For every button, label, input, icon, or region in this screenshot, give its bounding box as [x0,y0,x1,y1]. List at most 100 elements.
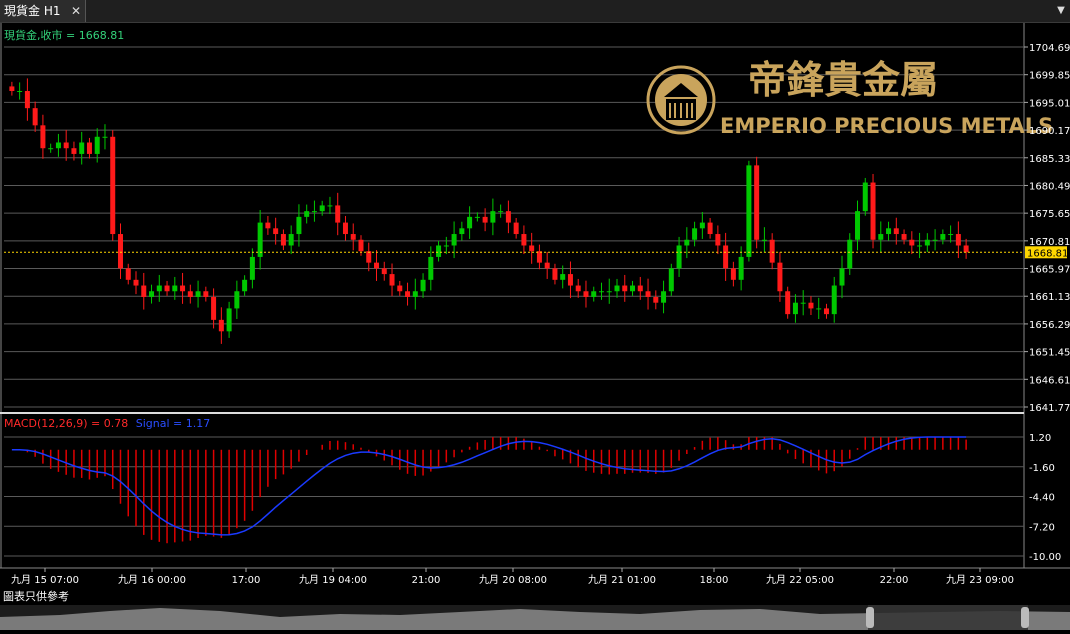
chart-area[interactable]: 帝鋒貴金屬 EMPERIO PRECIOUS METALS 1704.69 169… [0,23,1070,590]
macd-label: MACD(12,26,9) = 0.78 [4,417,128,430]
candle-body [257,222,263,257]
candle-body [715,234,721,246]
candle-body [513,222,519,235]
candle-body [428,256,434,280]
navigator-window[interactable] [868,605,1028,630]
chart-background [0,23,1070,590]
price-tick-label: 1680.49 [1029,181,1070,192]
candle-body [924,239,930,246]
candle-body [917,245,923,247]
candle-body [886,228,892,235]
candle-body [40,125,46,149]
candle-body [591,291,597,297]
macd-tick-label: -7.20 [1029,522,1055,533]
candle-body [389,274,395,286]
navigator-scrollbar[interactable] [0,605,1070,630]
time-tick-label: 九月 15 07:00 [11,574,79,586]
price-chart[interactable]: 帝鋒貴金屬 EMPERIO PRECIOUS METALS 1704.69 169… [0,23,1070,590]
candle-body [614,285,620,292]
time-tick-label: 22:00 [880,575,909,586]
time-tick-label: 九月 23 09:00 [946,574,1014,586]
macd-tick-label: 1.20 [1029,433,1051,444]
macd-tick-label: -10.00 [1029,552,1061,563]
candle-body [575,285,581,292]
candle-body [490,211,496,223]
candle-body [536,251,542,263]
candle-body [893,228,899,235]
candle-body [606,291,612,293]
time-tick-label: 17:00 [232,575,261,586]
candle-body [9,86,15,91]
time-tick-label: 九月 19 04:00 [299,574,367,586]
signal-label: Signal = 1.17 [136,417,211,430]
candle-body [730,268,736,280]
candle-body [280,234,286,246]
candle-body [420,279,426,292]
price-tick-label: 1661.13 [1029,292,1070,303]
candle-body [661,291,667,303]
candle-body [436,245,442,257]
candle-body [955,234,961,246]
navigator-left-handle[interactable] [866,607,874,628]
candle-body [311,211,317,213]
candle-body [467,216,473,229]
candle-body [723,245,729,269]
candle-body [226,308,232,332]
candle-body [940,234,946,240]
chevron-down-icon[interactable]: ▼ [1054,1,1068,21]
candle-body [785,291,791,315]
candle-body [909,239,915,246]
time-tick-label: 18:00 [700,575,729,586]
candle-body [839,268,845,286]
candle-body [86,142,92,154]
candle-body [855,211,861,240]
logo-english-text: EMPERIO PRECIOUS METALS [720,114,1053,138]
candle-body [878,234,884,240]
candle-body [451,234,457,246]
candle-body [156,285,162,292]
candle-body [645,291,651,297]
last-price-label: 1668.81 [1027,248,1068,259]
candle-body [505,211,511,223]
candle-body [397,285,403,292]
candle-body [24,90,30,109]
candle-body [598,291,604,293]
candle-body [560,274,566,280]
candle-body [133,279,139,286]
candle-body [366,251,372,263]
candle-body [637,285,643,292]
candle-body [141,285,147,297]
price-tick-label: 1675.65 [1029,209,1070,220]
candle-body [870,182,876,240]
candle-body [699,222,705,229]
candle-body [381,268,387,275]
tab-chart[interactable]: 現貨金 H1 ✕ [0,0,86,22]
time-tick-label: 九月 22 05:00 [766,574,834,586]
chart-title: 現貨金,收市 = 1668.81 [4,28,124,42]
candle-body [335,205,341,223]
candle-body [823,308,829,315]
candle-body [164,285,170,292]
candle-body [668,268,674,292]
candle-body [110,136,116,235]
candle-body [211,296,217,320]
macd-tick-label: -4.40 [1029,493,1055,504]
candle-body [521,234,527,246]
candle-body [79,142,85,154]
disclaimer-text: 圖表只供參考 [3,590,69,603]
candle-body [777,262,783,292]
candle-body [482,216,488,223]
candle-body [296,216,302,235]
candle-body [932,239,938,241]
candle-body [412,291,418,297]
close-icon[interactable]: ✕ [68,0,84,22]
candle-body [327,205,333,207]
price-tick-label: 1651.45 [1029,348,1070,359]
candle-body [304,211,310,217]
logo-chinese-text: 帝鋒貴金屬 [748,58,938,102]
time-tick-label: 九月 16 00:00 [118,574,186,586]
navigator-right-handle[interactable] [1021,607,1029,628]
price-tick-label: 1699.85 [1029,71,1070,82]
candle-body [800,302,806,304]
candle-body [319,205,325,212]
